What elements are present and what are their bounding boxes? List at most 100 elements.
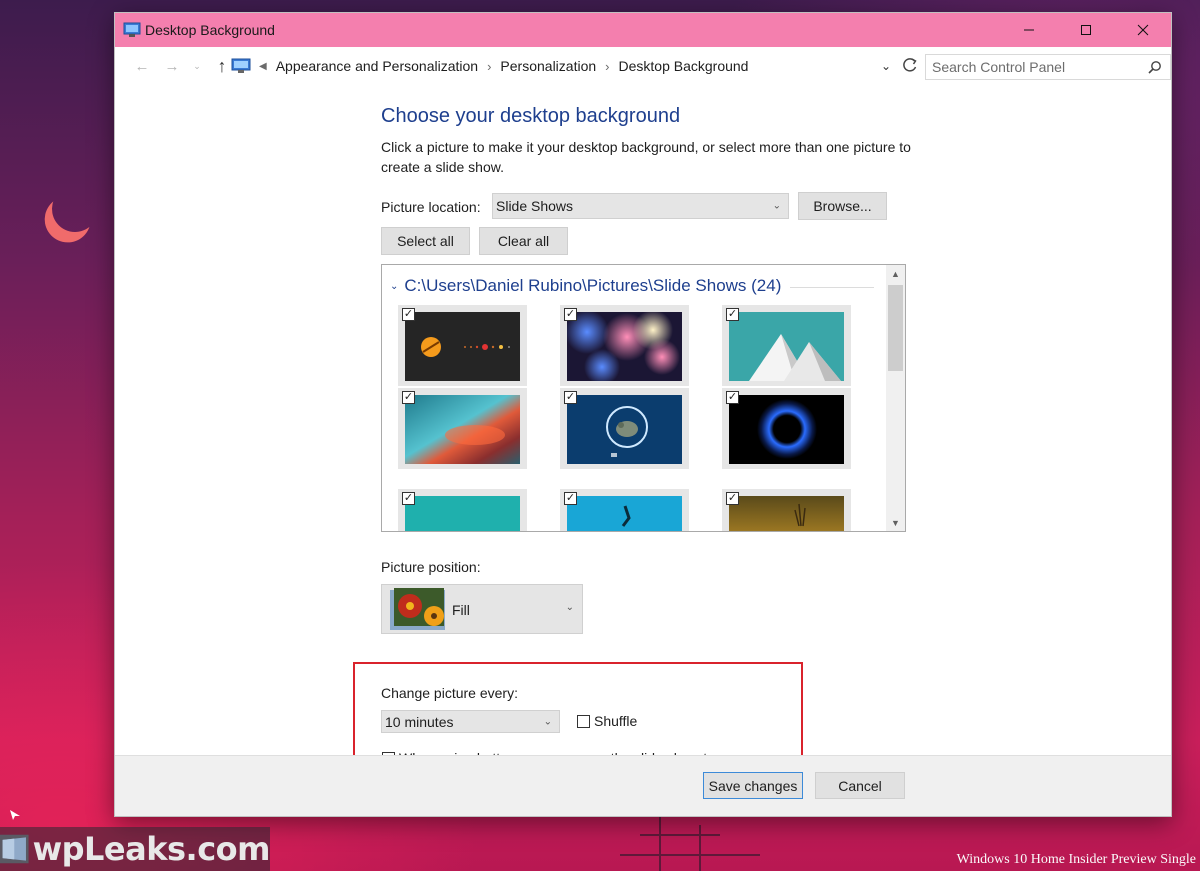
teal-red-blur-wallpaper-icon [405,395,520,464]
page-description: Click a picture to make it your desktop … [381,139,911,175]
wallpaper-thumbnail[interactable]: ✓ [722,305,851,386]
breadcrumb-item-appearance[interactable]: Appearance and Personalization [276,58,478,74]
shuffle-checkbox-box[interactable] [577,714,590,728]
blue-sky-silhouette-wallpaper-icon [567,496,682,531]
cancel-button[interactable]: Cancel [815,772,905,799]
gallery-group-title: C:\Users\Daniel Rubino\Pictures\Slide Sh… [404,276,782,295]
search-icon[interactable] [1148,60,1162,74]
recent-locations-button[interactable]: ⌄ [187,51,207,81]
address-bar: ← → ⌄ ↑ ◀ Appearance and Personalization… [115,47,1171,85]
breadcrumb-item-desktop-background[interactable]: Desktop Background [619,58,749,74]
thumbnail-checkbox[interactable]: ✓ [402,308,415,321]
maximize-icon [1080,25,1091,35]
cursor-icon [10,810,20,820]
picture-location-label: Picture location: [381,199,481,215]
chevron-down-icon: ⌄ [543,716,552,727]
wallpaper-thumbnail[interactable]: ✓ [560,388,689,469]
thumbnail-checkbox[interactable]: ✓ [564,391,577,404]
refresh-icon[interactable] [901,56,919,74]
wallpaper-silhouette [620,815,760,871]
chevron-down-icon: ⌄ [193,60,201,71]
search-placeholder: Search Control Panel [932,59,1066,75]
bokeh-lights-wallpaper-icon [567,312,682,381]
clear-all-button[interactable]: Clear all [479,227,568,255]
teal-solid-wallpaper-icon [405,496,520,531]
minimize-icon [1023,29,1034,31]
thumbnail-checkbox[interactable]: ✓ [402,391,415,404]
control-panel-icon [231,58,251,73]
gallery-scrollbar[interactable]: ▲ ▼ [886,265,905,531]
footer-bar: Save changes Cancel [115,755,1171,816]
minimize-button[interactable] [1000,13,1057,47]
wallpaper-thumbnail[interactable]: ✓ [722,388,851,469]
browse-button-label: Browse... [813,198,872,214]
golden-field-wallpaper-icon [729,496,844,531]
wallpaper-thumbnail[interactable]: ✓ [560,305,689,386]
wallpaper-thumbnail[interactable]: ✓ [398,305,527,386]
ninja-cat-dinosaur-wallpaper-icon [567,395,682,464]
forward-arrow-icon: → [164,57,180,75]
forward-button[interactable]: → [157,51,187,81]
thumbnail-checkbox[interactable]: ✓ [726,308,739,321]
window-controls [1000,13,1171,47]
breadcrumb-separator-icon[interactable]: › [487,59,491,74]
picture-position-label: Picture position: [381,559,481,575]
scroll-up-icon[interactable]: ▲ [886,265,905,282]
window-title: Desktop Background [145,22,275,38]
save-changes-button[interactable]: Save changes [703,772,803,799]
shuffle-checkbox[interactable]: Shuffle [577,713,637,729]
breadcrumb-item-personalization[interactable]: Personalization [500,58,596,74]
page-title: Choose your desktop background [381,105,681,127]
personalization-icon [123,22,141,37]
select-all-button[interactable]: Select all [381,227,470,255]
planet-orbit-wallpaper-icon [405,312,520,381]
desktop-background-window: Desktop Background ← → ⌄ ↑ ◀ Appearance [114,12,1172,817]
watermark-banner: wpLeaks.com [0,827,271,871]
close-button[interactable] [1114,13,1171,47]
wallpaper-thumbnail[interactable]: ✓ [398,489,527,531]
fill-position-preview-icon [390,588,445,630]
clear-all-label: Clear all [497,233,550,249]
close-icon [1137,24,1148,36]
maximize-button[interactable] [1057,13,1114,47]
wpleaks-logo-icon [0,834,29,864]
thumbnail-checkbox[interactable]: ✓ [564,492,577,505]
wallpaper-thumbnail[interactable]: ✓ [560,489,689,531]
select-all-label: Select all [397,233,454,249]
build-watermark: Windows 10 Home Insider Preview Single [956,852,1196,867]
change-picture-label: Change picture every: [381,685,518,701]
picture-gallery[interactable]: ⌄ C:\Users\Daniel Rubino\Pictures\Slide … [381,264,906,532]
back-arrow-icon: ← [134,57,150,75]
wallpaper-thumbnail[interactable]: ✓ [398,388,527,469]
chevron-down-icon: ⌄ [565,602,574,613]
save-changes-label: Save changes [708,777,798,794]
blue-ring-black-wallpaper-icon [729,395,844,464]
back-button[interactable]: ← [127,51,157,81]
title-bar: Desktop Background [115,13,1171,47]
scrollbar-thumb[interactable] [888,285,903,371]
change-interval-select[interactable]: 10 minutes ⌄ [381,710,560,733]
change-interval-value: 10 minutes [385,713,454,730]
picture-position-value: Fill [452,602,470,618]
browse-button[interactable]: Browse... [798,192,887,220]
breadcrumb-separator-icon: ◀ [259,60,267,72]
search-input[interactable]: Search Control Panel [925,54,1171,80]
picture-location-select[interactable]: Slide Shows ⌄ [492,193,789,219]
thumbnail-checkbox[interactable]: ✓ [402,492,415,505]
picture-position-select[interactable]: Fill ⌄ [381,584,583,634]
group-divider [790,287,874,288]
main-content: Choose your desktop background Click a p… [115,85,1171,781]
scroll-down-icon[interactable]: ▼ [886,514,905,531]
watermark-text: wpLeaks.com [32,830,271,868]
breadcrumb-separator-icon[interactable]: › [605,59,609,74]
chevron-down-icon: ⌄ [772,200,781,212]
wallpaper-thumbnail[interactable]: ✓ [722,489,851,531]
thumbnail-checkbox[interactable]: ✓ [726,391,739,404]
gallery-group-header[interactable]: ⌄ C:\Users\Daniel Rubino\Pictures\Slide … [390,276,781,296]
thumbnail-checkbox[interactable]: ✓ [564,308,577,321]
breadcrumb: ◀ Appearance and Personalization › Perso… [231,53,901,79]
white-mountains-teal-wallpaper-icon [729,312,844,381]
address-dropdown-button[interactable]: ⌄ [881,59,891,73]
cancel-label: Cancel [838,777,882,794]
thumbnail-checkbox[interactable]: ✓ [726,492,739,505]
